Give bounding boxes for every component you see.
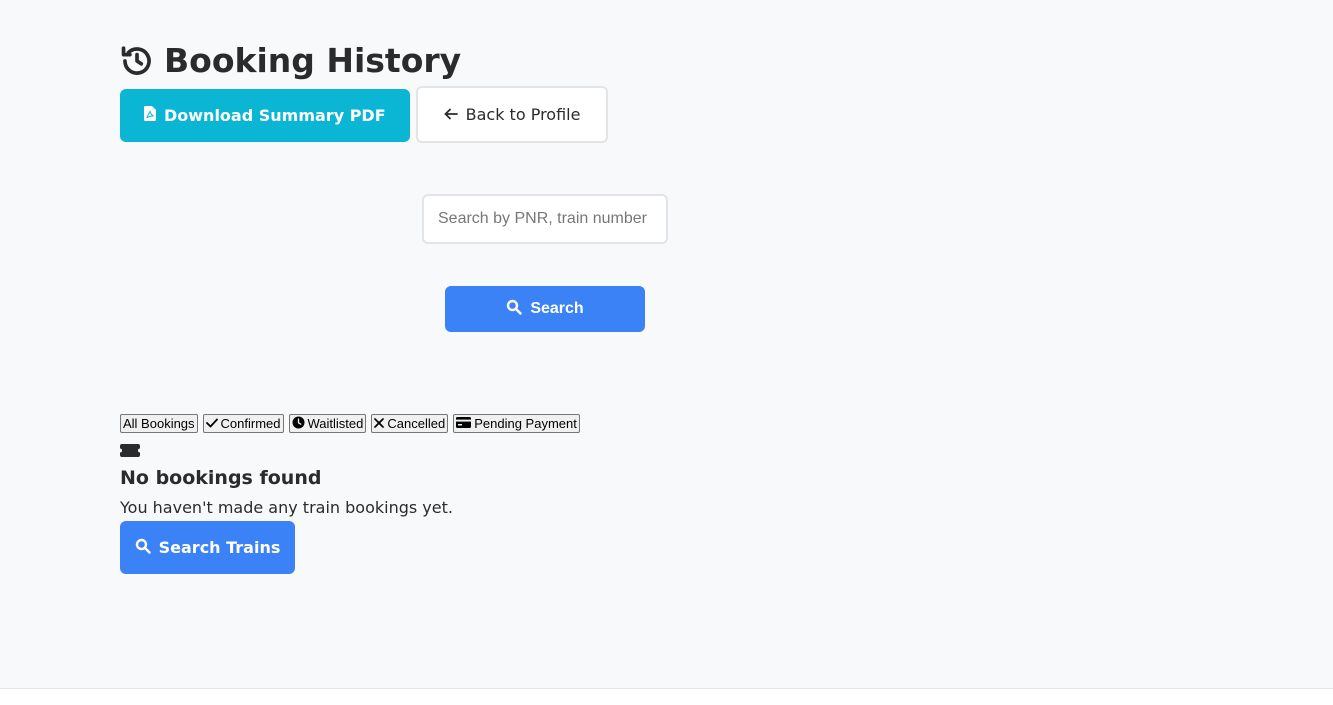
back-to-profile-label: Back to Profile — [465, 105, 581, 124]
filter-confirmed[interactable]: Confirmed — [202, 414, 284, 433]
download-summary-pdf-button[interactable]: Download Summary PDF — [120, 89, 410, 142]
filter-cancelled[interactable]: Cancelled — [371, 414, 449, 433]
filter-label: All Bookings — [123, 416, 195, 431]
filter-label: Cancelled — [387, 416, 446, 431]
footer-divider — [0, 688, 1333, 705]
page-header: Booking History — [120, 40, 461, 82]
check-icon — [205, 416, 218, 431]
filter-pending-payment[interactable]: Pending Payment — [453, 414, 580, 433]
download-summary-pdf-label: Download Summary PDF — [164, 106, 386, 125]
clock-icon — [292, 416, 305, 432]
search-trains-button[interactable]: Search Trains — [120, 521, 295, 574]
filter-label: Pending Payment — [474, 416, 577, 431]
search-trains-label: Search Trains — [158, 538, 281, 557]
filter-waitlisted[interactable]: Waitlisted — [288, 414, 367, 433]
arrow-left-icon — [444, 105, 458, 124]
filter-label: Waitlisted — [307, 416, 364, 431]
x-icon — [374, 416, 385, 431]
credit-card-icon — [456, 416, 472, 431]
history-icon — [120, 44, 154, 78]
back-to-profile-button[interactable]: Back to Profile — [415, 86, 609, 143]
filter-all-bookings[interactable]: All Bookings — [120, 414, 198, 433]
pdf-file-icon — [144, 106, 156, 125]
search-icon — [135, 538, 151, 558]
search-button[interactable]: Search — [445, 286, 645, 332]
page-title: Booking History — [164, 41, 462, 80]
search-icon — [506, 299, 523, 320]
empty-state-title: No bookings found — [120, 467, 322, 489]
ticket-icon — [120, 442, 140, 461]
status-filters: All Bookings Confirmed Waitlisted Cancel… — [120, 414, 580, 433]
filter-label: Confirmed — [220, 416, 281, 431]
page: Booking History Download Summary PDF Bac… — [0, 0, 1333, 688]
empty-state-message: You haven't made any train bookings yet. — [120, 498, 453, 517]
search-input[interactable] — [422, 194, 668, 244]
header-actions: Download Summary PDF Back to Profile — [120, 86, 609, 143]
search-button-label: Search — [530, 300, 584, 317]
